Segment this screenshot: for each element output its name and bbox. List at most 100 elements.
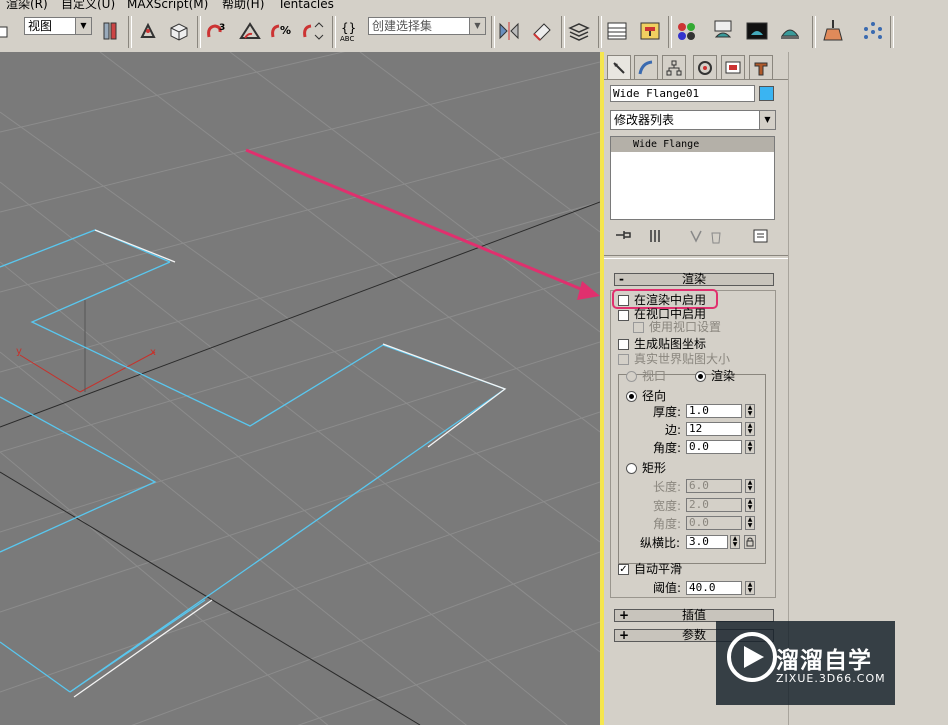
length-spinner-arrows[interactable]: ▲ ▼: [745, 479, 755, 493]
rendering-rollout-header[interactable]: - 渲染: [614, 273, 774, 286]
create-tab-icon[interactable]: [607, 55, 631, 79]
sides-label: 边:: [665, 423, 682, 437]
stack-toolbar: [610, 226, 776, 246]
enable-in-viewport-checkbox[interactable]: [618, 310, 629, 321]
main-toolbar: 视图 ▼ 3 % {} ABC 创建选择集 ▼: [0, 12, 948, 53]
width-label: 宽度:: [653, 499, 682, 513]
viewport-radio[interactable]: [626, 371, 637, 382]
keyboard-shortcut-icon[interactable]: [166, 18, 192, 44]
percent-snap-icon[interactable]: %: [268, 18, 294, 44]
sides-spinner-arrows[interactable]: ▲ ▼: [745, 422, 755, 436]
rendered-frame-window-icon[interactable]: [744, 18, 770, 44]
mirror-icon[interactable]: [496, 18, 522, 44]
width-spinner[interactable]: 2.0: [686, 498, 742, 512]
wide-flange-spline[interactable]: [0, 52, 505, 445]
thickness-spinner-arrows[interactable]: ▲ ▼: [745, 404, 755, 418]
hierarchy-tab-icon[interactable]: [662, 55, 686, 79]
named-selection-combo[interactable]: 创建选择集 ▼: [368, 17, 486, 35]
sides-spinner[interactable]: 12: [686, 422, 742, 436]
menu-render[interactable]: 渲染(R): [6, 0, 48, 12]
pivot-center-icon[interactable]: [97, 18, 123, 44]
viewport-canvas: y x: [0, 52, 600, 725]
renderer-radio[interactable]: [695, 371, 706, 382]
annotation-arrow: [245, 148, 600, 300]
configure-modifier-sets-icon[interactable]: [752, 228, 770, 247]
modifier-stack[interactable]: Wide Flange: [610, 136, 775, 220]
svg-text:ABC: ABC: [340, 35, 354, 42]
remove-modifier-icon[interactable]: [708, 228, 724, 247]
real-world-map-size-checkbox[interactable]: [618, 354, 629, 365]
threshold-spinner-arrows[interactable]: ▲ ▼: [745, 581, 755, 595]
manipulate-icon[interactable]: [135, 18, 161, 44]
threshold-spinner[interactable]: 40.0: [686, 581, 742, 595]
lock-aspect-icon[interactable]: [744, 535, 756, 549]
track-view-icon[interactable]: [604, 18, 630, 44]
rectangular-label: 矩形: [642, 461, 667, 475]
object-color-swatch[interactable]: [759, 86, 774, 101]
highlight-box: [612, 289, 718, 309]
render-setup-icon[interactable]: [710, 18, 736, 44]
show-end-result-icon[interactable]: [647, 228, 663, 247]
rect-angle-label: 角度:: [653, 517, 682, 531]
viewport-radio-label: 视口: [642, 369, 667, 383]
renderer-radio-label: 渲染: [711, 369, 736, 383]
use-viewport-settings-checkbox[interactable]: [633, 322, 644, 333]
schematic-view-icon[interactable]: [637, 18, 663, 44]
layer-manager-icon[interactable]: [566, 18, 592, 44]
generate-mapping-label: 生成贴图坐标: [634, 337, 707, 351]
rectangular-radio[interactable]: [626, 463, 637, 474]
thickness-label: 厚度:: [653, 405, 682, 419]
radial-radio[interactable]: [626, 391, 637, 402]
material-editor-icon[interactable]: [674, 18, 700, 44]
quick-render-icon[interactable]: [777, 18, 803, 44]
align-icon[interactable]: [529, 18, 555, 44]
enable-in-viewport-label: 在视口中启用: [634, 307, 707, 321]
aspect-spinner[interactable]: 3.0: [686, 535, 728, 549]
wide-flange-shape[interactable]: [0, 229, 506, 693]
watermark-logo-icon: [727, 632, 777, 682]
modify-tab-icon[interactable]: [634, 55, 658, 79]
generate-mapping-checkbox[interactable]: [618, 339, 629, 350]
stack-item[interactable]: Wide Flange: [611, 137, 774, 152]
real-world-map-size-label: 真实世界贴图大小: [634, 352, 731, 366]
snap-3d-icon[interactable]: 3: [203, 18, 229, 44]
thickness-spinner[interactable]: 1.0: [686, 404, 742, 418]
edit-named-selection-icon[interactable]: {} ABC: [338, 18, 364, 44]
axis-x-label: x: [150, 347, 156, 358]
make-unique-icon[interactable]: [688, 228, 704, 247]
length-label: 长度:: [653, 480, 682, 494]
menu-customize[interactable]: 自定义(U): [61, 0, 115, 12]
lighting-analysis-icon[interactable]: [820, 18, 846, 44]
particle-view-icon[interactable]: [860, 18, 886, 44]
utilities-tab-icon[interactable]: [749, 55, 773, 79]
radial-label: 径向: [642, 389, 667, 403]
rect-angle-spinner-arrows[interactable]: ▲ ▼: [745, 516, 755, 530]
angle-spinner-arrows[interactable]: ▲ ▼: [745, 440, 755, 454]
svg-text:3: 3: [219, 23, 225, 33]
display-tab-icon[interactable]: [721, 55, 745, 79]
object-name-field[interactable]: Wide Flange01: [610, 85, 755, 102]
length-spinner[interactable]: 6.0: [686, 479, 742, 493]
menu-help[interactable]: 帮助(H): [222, 0, 264, 12]
width-spinner-arrows[interactable]: ▲ ▼: [745, 498, 755, 512]
select-region-icon[interactable]: [0, 18, 16, 44]
use-viewport-settings-label: 使用视口设置: [649, 320, 722, 334]
motion-tab-icon[interactable]: [693, 55, 717, 79]
rect-angle-spinner[interactable]: 0.0: [686, 516, 742, 530]
svg-text:{}: {}: [341, 21, 356, 35]
menu-tentacles[interactable]: Tentacles: [278, 0, 334, 12]
auto-smooth-checkbox[interactable]: ✓: [618, 564, 629, 575]
angle-label: 角度:: [653, 441, 682, 455]
modifier-list-combo[interactable]: 修改器列表 ▼: [610, 110, 776, 130]
aspect-spinner-arrows[interactable]: ▲ ▼: [730, 535, 740, 549]
pin-stack-icon[interactable]: [614, 228, 634, 245]
reference-coord-combo[interactable]: 视图 ▼: [24, 17, 92, 35]
watermark-brand: 溜溜自学: [776, 648, 872, 674]
angle-snap-icon[interactable]: [237, 18, 263, 44]
perspective-viewport[interactable]: y x: [0, 52, 600, 725]
menu-maxscript[interactable]: MAXScript(M): [127, 0, 208, 12]
angle-spinner[interactable]: 0.0: [686, 440, 742, 454]
axis-y-label: y: [16, 346, 22, 357]
spinner-snap-icon[interactable]: [300, 18, 326, 44]
aspect-label: 纵横比:: [640, 536, 681, 550]
